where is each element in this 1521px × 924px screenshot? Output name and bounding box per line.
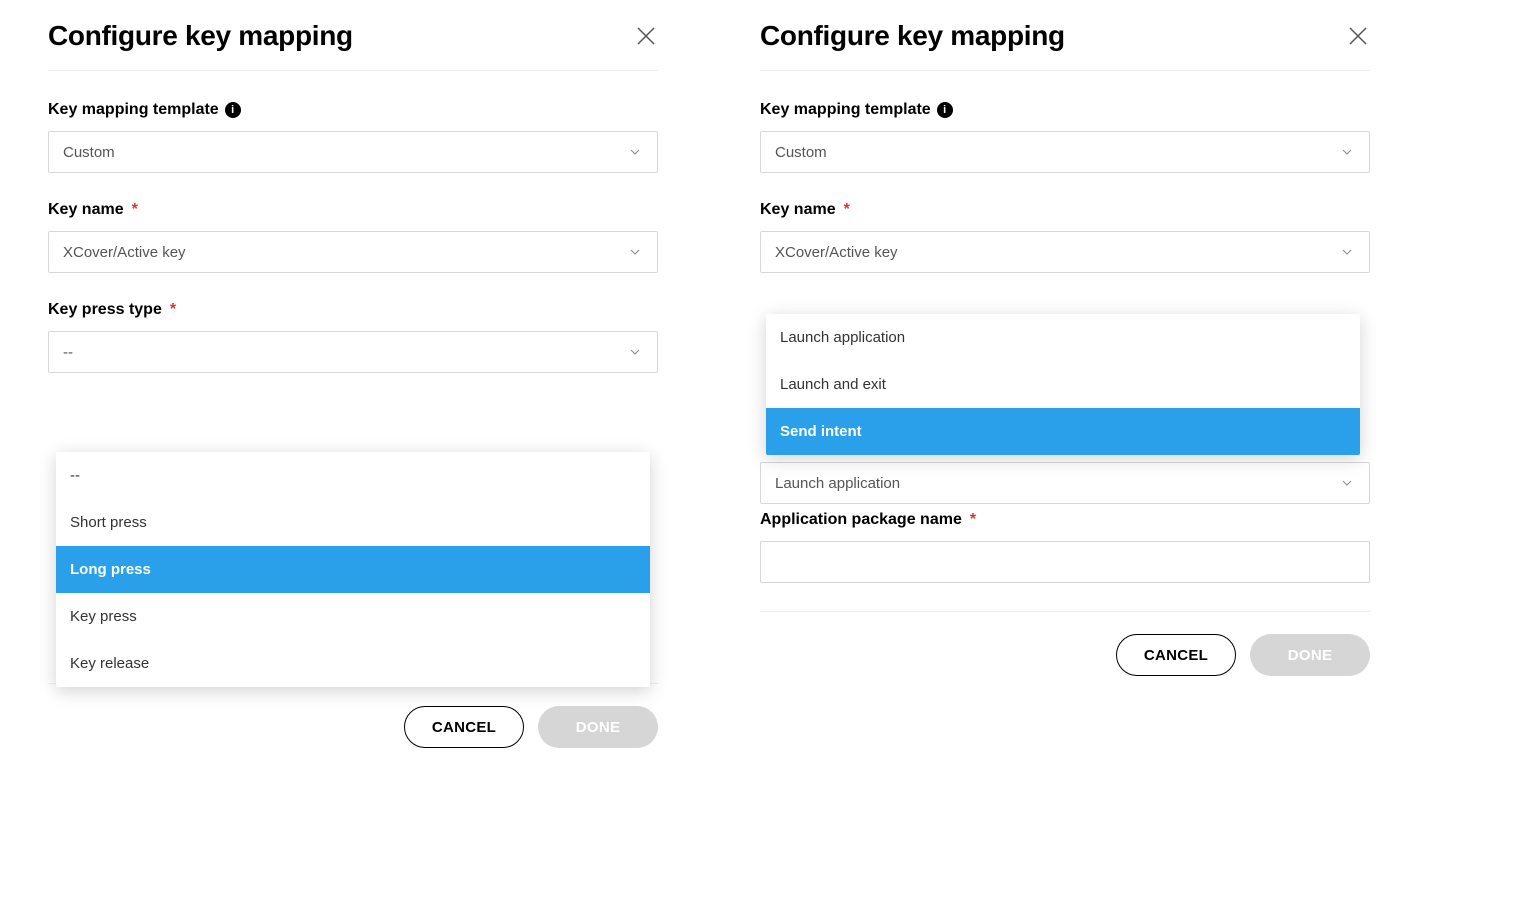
select-value: XCover/Active key — [775, 244, 898, 261]
dialog-footer: CANCEL DONE — [48, 683, 658, 748]
chevron-down-icon — [627, 344, 643, 360]
field-key-mapping-template: Key mapping template i Custom — [760, 101, 1370, 173]
label-text: Application package name — [760, 511, 962, 529]
dropdown-item-highlighted[interactable]: Send intent — [766, 408, 1360, 455]
label-template: Key mapping template i — [760, 101, 1370, 119]
cancel-button[interactable]: CANCEL — [404, 706, 524, 748]
select-key-name[interactable]: XCover/Active key — [760, 231, 1370, 273]
info-icon[interactable]: i — [937, 102, 953, 118]
dropdown-action-type: Launch application Launch and exit Send … — [766, 314, 1360, 455]
select-value: XCover/Active key — [63, 244, 186, 261]
select-value: Custom — [775, 144, 827, 161]
dropdown-item[interactable]: Short press — [56, 499, 650, 546]
cancel-button[interactable]: CANCEL — [1116, 634, 1236, 676]
field-key-name: Key name * XCover/Active key — [760, 201, 1370, 273]
label-text: Key mapping template — [48, 101, 219, 119]
dialog-title: Configure key mapping — [48, 20, 353, 52]
label-key-name: Key name * — [48, 201, 658, 219]
required-indicator: * — [970, 511, 976, 529]
field-key-mapping-template: Key mapping template i Custom — [48, 101, 658, 173]
dialog-configure-key-mapping-right: Configure key mapping Key mapping templa… — [760, 20, 1370, 676]
required-indicator: * — [844, 201, 850, 219]
select-value: -- — [63, 344, 73, 361]
dialog-configure-key-mapping-left: Configure key mapping Key mapping templa… — [48, 20, 658, 748]
label-template: Key mapping template i — [48, 101, 658, 119]
dialog-header: Configure key mapping — [48, 20, 658, 71]
dialog-header: Configure key mapping — [760, 20, 1370, 71]
done-button: DONE — [1250, 634, 1370, 676]
select-template[interactable]: Custom — [760, 131, 1370, 173]
select-press-type[interactable]: -- — [48, 331, 658, 373]
label-key-name: Key name * — [760, 201, 1370, 219]
label-text: Key name — [48, 201, 124, 219]
dropdown-item[interactable]: Key release — [56, 640, 650, 687]
close-icon[interactable] — [1346, 24, 1370, 48]
select-value: Launch application — [775, 475, 900, 492]
required-indicator: * — [170, 301, 176, 319]
chevron-down-icon — [627, 244, 643, 260]
label-text: Key name — [760, 201, 836, 219]
dropdown-press-type: -- Short press Long press Key press Key … — [56, 452, 650, 687]
required-indicator: * — [132, 201, 138, 219]
label-text: Key press type — [48, 301, 162, 319]
chevron-down-icon — [1339, 144, 1355, 160]
label-app-package: Application package name * — [760, 511, 1370, 529]
dropdown-item[interactable]: Launch application — [766, 314, 1360, 361]
select-template[interactable]: Custom — [48, 131, 658, 173]
dropdown-item[interactable]: Launch and exit — [766, 361, 1360, 408]
select-action-type[interactable]: Launch application — [760, 462, 1370, 504]
field-key-press-type: Key press type * -- — [48, 301, 658, 373]
chevron-down-icon — [1339, 244, 1355, 260]
close-icon[interactable] — [634, 24, 658, 48]
dropdown-item-highlighted[interactable]: Long press — [56, 546, 650, 593]
dropdown-item[interactable]: Key press — [56, 593, 650, 640]
info-icon[interactable]: i — [225, 102, 241, 118]
select-key-name[interactable]: XCover/Active key — [48, 231, 658, 273]
dialog-footer: CANCEL DONE — [760, 611, 1370, 676]
label-text: Key mapping template — [760, 101, 931, 119]
field-region-obscured: Launch application Launch application La… — [760, 301, 1370, 511]
field-key-name: Key name * XCover/Active key — [48, 201, 658, 273]
done-button: DONE — [538, 706, 658, 748]
select-value: Custom — [63, 144, 115, 161]
chevron-down-icon — [627, 144, 643, 160]
field-app-package-name: Application package name * — [760, 511, 1370, 583]
chevron-down-icon — [1339, 475, 1355, 491]
dialog-title: Configure key mapping — [760, 20, 1065, 52]
input-app-package-name[interactable] — [760, 541, 1370, 583]
dropdown-item[interactable]: -- — [56, 452, 650, 499]
label-press-type: Key press type * — [48, 301, 658, 319]
